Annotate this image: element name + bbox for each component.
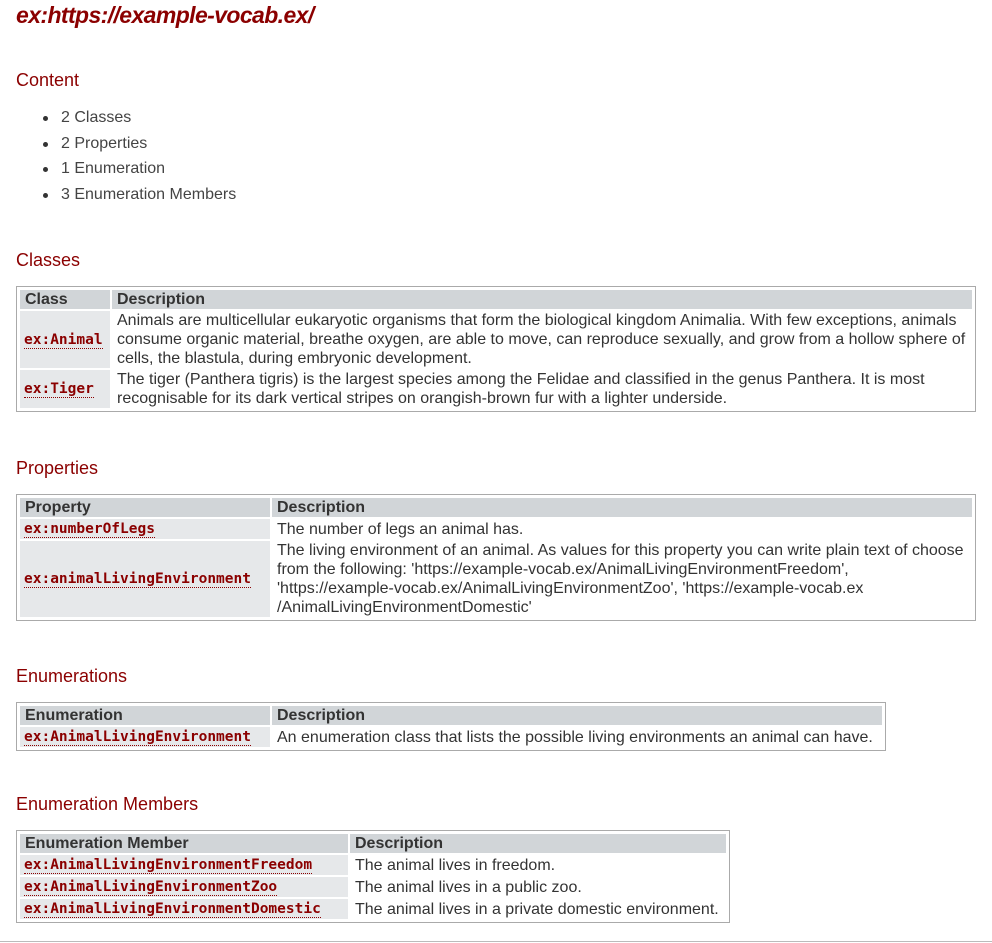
members-table: Enumeration Member Description ex:Animal… <box>16 830 730 923</box>
term-link[interactable]: ex:Animal <box>24 331 103 349</box>
enumerations-table: Enumeration Description ex:AnimalLivingE… <box>16 702 886 751</box>
classes-table: Class Description ex:Animal Animals are … <box>16 286 976 412</box>
table-row: ex:AnimalLivingEnvironmentZoo The animal… <box>20 877 726 897</box>
table-row: ex:animalLivingEnvironment The living en… <box>20 541 972 617</box>
column-header: Description <box>272 498 972 517</box>
description-cell: The animal lives in a public zoo. <box>355 878 582 896</box>
term-cell: ex:AnimalLivingEnvironmentDomestic <box>20 899 348 919</box>
term-cell: ex:AnimalLivingEnvironmentFreedom <box>20 855 348 875</box>
table-row: ex:Tiger The tiger (Panthera tigris) is … <box>20 370 972 408</box>
properties-heading: Properties <box>16 458 99 478</box>
column-header: Class <box>20 290 110 309</box>
properties-table: Property Description ex:numberOfLegs The… <box>16 494 976 621</box>
column-header: Enumeration <box>20 706 270 725</box>
term-cell: ex:AnimalLivingEnvironmentZoo <box>20 877 348 897</box>
content-item: 2 Properties <box>43 133 236 159</box>
term-cell: ex:Animal <box>20 311 110 368</box>
footer-divider <box>0 941 992 942</box>
term-link[interactable]: ex:AnimalLivingEnvironmentFreedom <box>24 857 313 874</box>
table-row: ex:AnimalLivingEnvironment An enumeratio… <box>20 727 882 747</box>
description-cell: The number of legs an animal has. <box>277 520 524 538</box>
term-link[interactable]: ex:animalLivingEnvironment <box>24 571 251 588</box>
column-header: Description <box>112 290 972 309</box>
table-header-row: Enumeration Description <box>20 706 882 725</box>
term-link[interactable]: ex:numberOfLegs <box>24 521 155 538</box>
term-cell: ex:animalLivingEnvironment <box>20 541 270 617</box>
column-header: Property <box>20 498 270 517</box>
term-link[interactable]: ex:AnimalLivingEnvironment <box>24 729 251 746</box>
column-header: Description <box>350 834 726 853</box>
page-title: ex:https://example-vocab.ex/ <box>16 2 314 28</box>
term-link[interactable]: ex:AnimalLivingEnvironmentDomestic <box>24 901 321 918</box>
description-cell: An enumeration class that lists the poss… <box>277 728 873 746</box>
classes-heading: Classes <box>16 250 81 270</box>
column-header: Description <box>272 706 882 725</box>
term-link[interactable]: ex:Tiger <box>24 381 94 398</box>
members-heading: Enumeration Members <box>16 794 199 814</box>
content-item: 2 Classes <box>43 107 236 133</box>
content-heading: Content <box>16 70 80 90</box>
table-header-row: Class Description <box>20 290 972 309</box>
table-row: ex:AnimalLivingEnvironmentFreedom The an… <box>20 855 726 875</box>
term-cell: ex:numberOfLegs <box>20 519 270 539</box>
content-list: 2 Classes 2 Properties 1 Enumeration 3 E… <box>43 107 236 210</box>
description-cell: The animal lives in a private domestic e… <box>355 900 719 918</box>
term-link[interactable]: ex:AnimalLivingEnvironmentZoo <box>24 879 278 896</box>
content-item: 1 Enumeration <box>43 158 236 184</box>
table-row: ex:numberOfLegs The number of legs an an… <box>20 519 972 539</box>
description-cell: The animal lives in freedom. <box>355 856 556 874</box>
table-row: ex:Animal Animals are multicellular euka… <box>20 311 972 368</box>
column-header: Enumeration Member <box>20 834 348 853</box>
description-cell: Animals are multicellular eukaryotic org… <box>117 312 966 367</box>
description-cell: The living environment of an animal. As … <box>277 542 964 616</box>
description-cell: The tiger (Panthera tigris) is the large… <box>117 371 925 407</box>
enumerations-heading: Enumerations <box>16 666 128 686</box>
term-cell: ex:Tiger <box>20 370 110 408</box>
table-header-row: Enumeration Member Description <box>20 834 726 853</box>
term-cell: ex:AnimalLivingEnvironment <box>20 727 270 747</box>
table-header-row: Property Description <box>20 498 972 517</box>
content-item: 3 Enumeration Members <box>43 184 236 210</box>
table-row: ex:AnimalLivingEnvironmentDomestic The a… <box>20 899 726 919</box>
